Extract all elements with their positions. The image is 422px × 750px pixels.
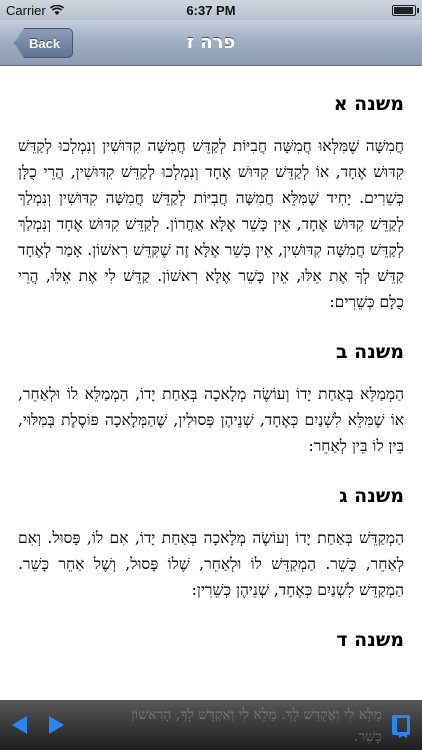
mishna-section: משנה ד [18, 629, 404, 651]
mishna-heading: משנה ד [336, 629, 404, 651]
arrow-right-icon[interactable] [49, 716, 64, 734]
mishna-section: משנה א חֲמִשָּׁה שֶׁמִּלְּאוּ חֲמִשָּׁה … [18, 93, 404, 315]
navigation-arrows [12, 716, 64, 734]
navigation-bar: Back פרה ז [0, 20, 422, 66]
battery-icon [392, 4, 419, 16]
scrolled-text-preview: מַלֵּא לִי וְאֲקַדֵּשׁ לָךְ. מַלֵּא לִי … [131, 707, 382, 745]
back-button[interactable]: Back [14, 28, 74, 58]
wifi-icon [49, 4, 64, 15]
battery-level [394, 6, 413, 14]
bookmark-icon[interactable] [392, 715, 410, 735]
page-title: פרה ז [186, 32, 236, 53]
mishna-content[interactable]: משנה א חֲמִשָּׁה שֶׁמִּלְּאוּ חֲמִשָּׁה … [0, 67, 422, 700]
mishna-heading: משנה ב [335, 341, 404, 363]
bottom-toolbar: מַלֵּא לִי וְאֲקַדֵּשׁ לָךְ. מַלֵּא לִי … [0, 700, 422, 750]
arrow-left-icon[interactable] [12, 716, 27, 734]
mishna-heading: משנה ג [339, 485, 404, 507]
mishna-section: משנה ג הַמְקַדֵּשׁ בְּאַחַת יָדוֹ וְעוֹש… [18, 485, 404, 603]
carrier-info: Carrier [6, 3, 64, 18]
mishna-section: משנה ב הַמְמַלֵּא בְּאַחַת יָדוֹ וְעוֹשֶ… [18, 341, 404, 459]
mishna-text: הַמְמַלֵּא בְּאַחַת יָדוֹ וְעוֹשֶׂה מְלָ… [18, 385, 404, 455]
mishna-text: חֲמִשָּׁה שֶׁמִּלְּאוּ חֲמִשָּׁה חֲבִיּו… [18, 137, 404, 311]
mishna-text: הַמְקַדֵּשׁ בְּאַחַת יָדוֹ וְעוֹשֶׂה מְל… [18, 529, 404, 599]
carrier-label: Carrier [6, 2, 46, 18]
mishna-heading: משנה א [333, 93, 404, 115]
status-bar: Carrier 6:37 PM [0, 0, 422, 20]
